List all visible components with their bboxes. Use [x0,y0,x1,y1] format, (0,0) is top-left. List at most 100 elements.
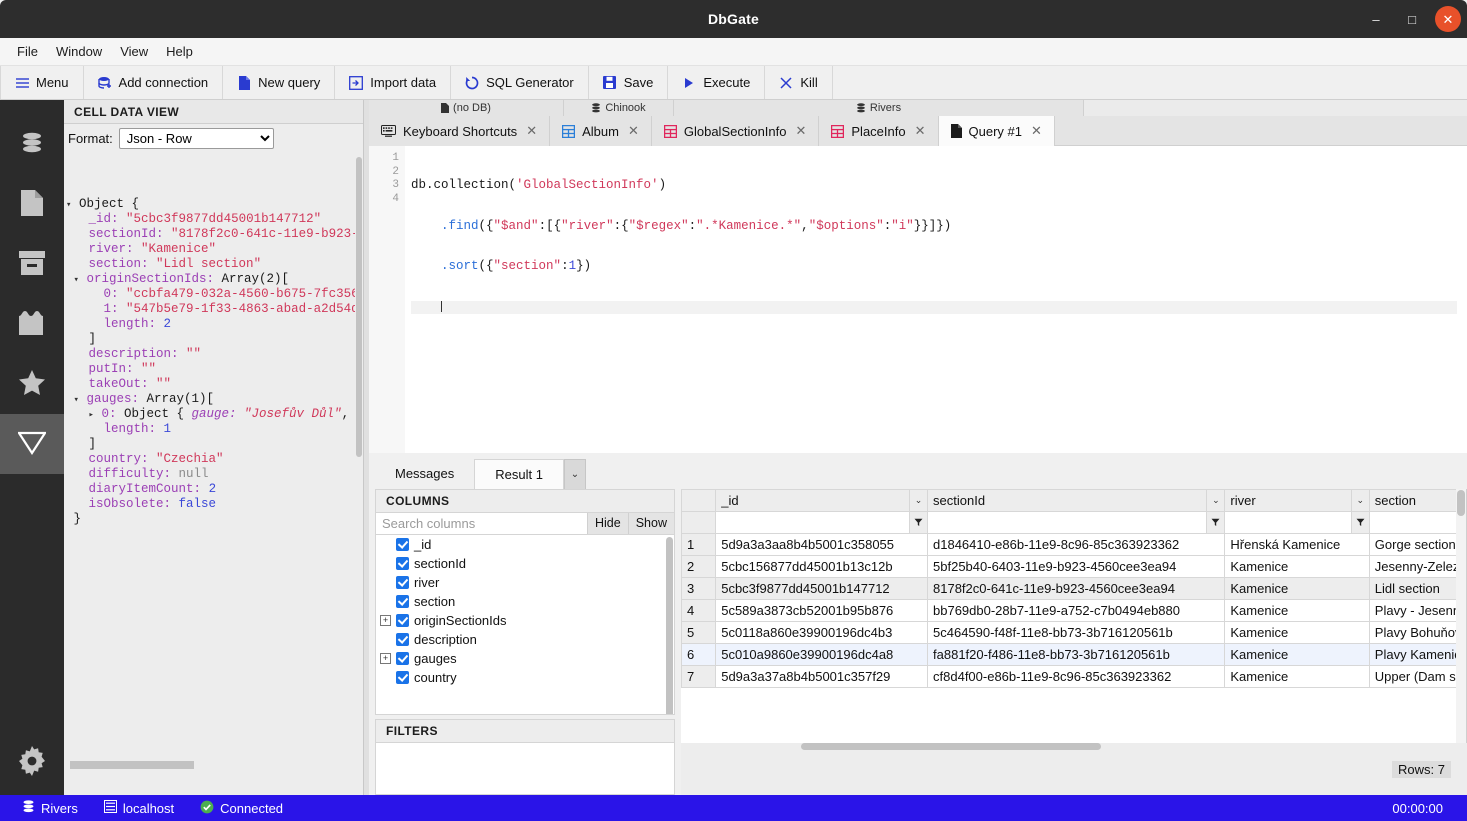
result-tabs-dropdown-icon[interactable]: ⌄ [564,459,586,489]
tab-close-icon[interactable]: ✕ [1031,123,1042,139]
cell-section[interactable]: Plavy - Jesenný [1369,599,1467,621]
filter-input-river[interactable] [1225,512,1350,532]
cell-section[interactable]: Upper (Dam section) [1369,665,1467,687]
query-editor[interactable]: 1234 db.collection('GlobalSectionInfo') … [369,146,1467,453]
cell-data-scrollbar[interactable] [355,151,363,795]
table-row[interactable]: 15d9a3a3aa8b4b5001c358055d1846410-e86b-1… [682,533,1467,555]
cell-river[interactable]: Kamenice [1225,599,1369,621]
column-filter-icon[interactable] [1351,512,1369,533]
tab-result-1[interactable]: Result 1 [474,459,564,489]
db-group-nodb[interactable]: (no DB) [369,100,564,116]
hide-columns-button[interactable]: Hide [587,513,628,534]
column-header-section[interactable]: section⌄ [1369,489,1467,511]
cell-sectionId[interactable]: cf8d4f00-e86b-11e9-8c96-85c363923362 [928,665,1225,687]
show-columns-button[interactable]: Show [628,513,674,534]
status-database[interactable]: Rivers [22,800,94,816]
column-item-gauges[interactable]: +gauges [376,649,674,668]
column-item-country[interactable]: country [376,668,674,687]
cell-river[interactable]: Kamenice [1225,643,1369,665]
tab-close-icon[interactable]: ✕ [915,123,926,139]
expand-plus-icon[interactable]: + [380,615,391,626]
tab-close-icon[interactable]: ✕ [526,123,537,139]
cell-sectionId[interactable]: d1846410-e86b-11e9-8c96-85c363923362 [928,533,1225,555]
column-menu-icon[interactable]: ⌄ [1206,490,1224,511]
cell-river[interactable]: Kamenice [1225,665,1369,687]
menu-item-window[interactable]: Window [47,41,111,62]
column-item-river[interactable]: river [376,573,674,592]
cell-section[interactable]: Gorge section [1369,533,1467,555]
maximize-button[interactable]: □ [1395,4,1429,34]
minimize-button[interactable]: – [1359,4,1393,34]
cell-sectionId[interactable]: 5c464590-f48f-11e8-bb73-3b716120561b [928,621,1225,643]
table-row[interactable]: 65c010a9860e39900196dc4a8fa881f20-f486-1… [682,643,1467,665]
column-item-section[interactable]: section [376,592,674,611]
cell-section[interactable]: Lidl section [1369,577,1467,599]
cell-river[interactable]: Kamenice [1225,577,1369,599]
json-toggle-icon[interactable]: ▾ [66,200,71,210]
grid-horizontal-scrollbar[interactable] [681,743,1457,752]
cell-id[interactable]: 5cbc156877dd45001b13c12b [716,555,928,577]
column-menu-icon[interactable]: ⌄ [909,490,927,511]
column-checkbox[interactable] [396,557,409,570]
cell-id[interactable]: 5c010a9860e39900196dc4a8 [716,643,928,665]
column-checkbox[interactable] [396,576,409,589]
column-item-originsectionids[interactable]: +originSectionIds [376,611,674,630]
filter-input-section[interactable] [1370,512,1467,532]
table-row[interactable]: 25cbc156877dd45001b13c12b5bf25b40-6403-1… [682,555,1467,577]
cell-id[interactable]: 5c0118a860e39900196dc4b3 [716,621,928,643]
columns-list[interactable]: _idsectionIdriversection+originSectionId… [375,534,675,716]
filter-input-sectionId[interactable] [928,512,1206,532]
cell-section[interactable]: Jesenny-Zelezny bro [1369,555,1467,577]
cell-river[interactable]: Kamenice [1225,555,1369,577]
cell-sectionId[interactable]: 8178f2c0-641c-11e9-b923-4560cee3ea94 [928,577,1225,599]
tab-album[interactable]: Album✕ [550,116,652,146]
filter-input-id[interactable] [716,512,909,532]
json-toggle-icon[interactable]: ▾ [74,395,79,405]
expand-plus-icon[interactable]: + [380,653,391,664]
rail-item-archive[interactable] [0,234,64,294]
status-connection[interactable]: Connected [200,800,299,817]
cell-section[interactable]: Plavy Bohuňovsko [1369,621,1467,643]
filter-cell-id[interactable] [716,511,928,533]
column-checkbox[interactable] [396,538,409,551]
column-header-river[interactable]: river⌄ [1225,489,1369,511]
tab-query--1[interactable]: Query #1✕ [939,116,1055,146]
rail-item-filter[interactable] [0,414,64,474]
column-checkbox[interactable] [396,595,409,608]
new-query-button[interactable]: New query [223,66,335,99]
column-checkbox[interactable] [396,652,409,665]
column-filter-icon[interactable] [1206,512,1224,533]
rail-item-plugins[interactable] [0,294,64,354]
columns-list-scrollbar[interactable] [666,537,673,716]
filters-panel-body[interactable] [375,743,675,795]
menu-item-view[interactable]: View [111,41,157,62]
db-group-rivers[interactable]: Rivers [674,100,1084,116]
column-checkbox[interactable] [396,614,409,627]
cell-section[interactable]: Plavy Kamenice [1369,643,1467,665]
column-header-sectionId[interactable]: sectionId⌄ [928,489,1225,511]
left-panel-horizontal-scrollbar[interactable] [70,761,194,769]
column-item-description[interactable]: description [376,630,674,649]
cell-river[interactable]: Hřenská Kamenice [1225,533,1369,555]
column-checkbox[interactable] [396,671,409,684]
tab-placeinfo[interactable]: PlaceInfo✕ [819,116,938,146]
add-connection-button[interactable]: Add connection [84,66,224,99]
import-data-button[interactable]: Import data [335,66,451,99]
filter-cell-sectionId[interactable] [928,511,1225,533]
editor-scrollbar[interactable] [1457,146,1467,453]
tab-keyboard-shortcuts[interactable]: Keyboard Shortcuts✕ [369,116,550,146]
filter-cell-section[interactable] [1369,511,1467,533]
json-toggle-icon[interactable]: ▸ [89,410,94,420]
db-group-chinook[interactable]: Chinook [564,100,674,116]
save-button[interactable]: Save [589,66,669,99]
cell-id[interactable]: 5d9a3a3aa8b4b5001c358055 [716,533,928,555]
column-menu-icon[interactable]: ⌄ [1351,490,1369,511]
tab-close-icon[interactable]: ✕ [795,123,806,139]
menu-button[interactable]: Menu [0,66,84,99]
cell-id[interactable]: 5d9a3a37a8b4b5001c357f29 [716,665,928,687]
tab-globalsectioninfo[interactable]: GlobalSectionInfo✕ [652,116,820,146]
rail-item-databases[interactable] [0,114,64,174]
close-button[interactable]: ✕ [1435,6,1461,32]
editor-code[interactable]: db.collection('GlobalSectionInfo') .find… [405,146,1467,453]
sql-generator-button[interactable]: SQL Generator [451,66,589,99]
